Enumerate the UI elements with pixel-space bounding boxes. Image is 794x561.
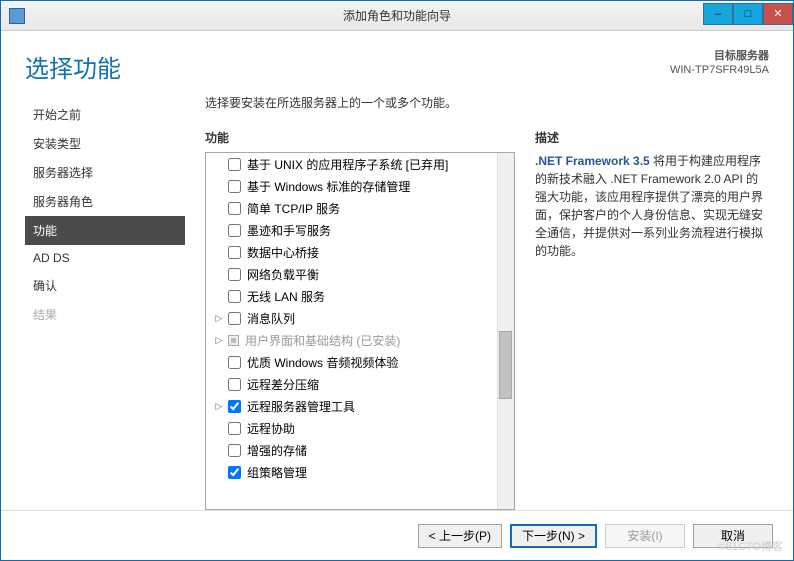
feature-checkbox[interactable]: [228, 202, 241, 215]
feature-label: 简单 TCP/IP 服务: [247, 200, 340, 217]
feature-row[interactable]: 无线 LAN 服务: [206, 285, 514, 307]
feature-label: 墨迹和手写服务: [247, 222, 331, 239]
feature-row[interactable]: 墨迹和手写服务: [206, 219, 514, 241]
feature-checkbox[interactable]: [228, 268, 241, 281]
instruction-text: 选择要安装在所选服务器上的一个或多个功能。: [205, 94, 769, 111]
feature-label: 数据中心桥接: [247, 244, 319, 261]
features-column: 功能 基于 UNIX 的应用程序子系统 [已弃用] 基于 Windows 标准的存…: [205, 129, 515, 510]
feature-row[interactable]: 网络负载平衡: [206, 263, 514, 285]
description-bold: .NET Framework 3.5: [535, 154, 650, 168]
feature-row[interactable]: 数据中心桥接: [206, 241, 514, 263]
features-listbox[interactable]: 基于 UNIX 的应用程序子系统 [已弃用] 基于 Windows 标准的存储管理…: [205, 152, 515, 510]
feature-row[interactable]: 增强的存储: [206, 439, 514, 461]
previous-button[interactable]: < 上一步(P): [418, 524, 502, 548]
feature-label: 基于 Windows 标准的存储管理: [247, 178, 410, 195]
feature-checkbox[interactable]: [228, 290, 241, 303]
feature-label: 远程差分压缩: [247, 376, 319, 393]
feature-checkbox[interactable]: [228, 312, 241, 325]
description-header: 描述: [535, 129, 769, 146]
feature-label: 远程协助: [247, 420, 295, 437]
feature-row[interactable]: 组策略管理: [206, 461, 514, 483]
expand-icon[interactable]: ▷: [214, 313, 224, 324]
page-title: 选择功能: [25, 49, 670, 84]
window-controls: – □ ✕: [703, 7, 793, 25]
scrollbar-track[interactable]: [497, 153, 514, 509]
feature-row[interactable]: ▷ 消息队列: [206, 307, 514, 329]
content-area: 选择要安装在所选服务器上的一个或多个功能。 功能 基于 UNIX 的应用程序子系…: [185, 94, 769, 510]
body-row: 开始之前安装类型服务器选择服务器角色功能AD DS确认结果 选择要安装在所选服务…: [1, 94, 793, 510]
feature-checkbox[interactable]: [228, 224, 241, 237]
feature-label: 消息队列: [247, 310, 295, 327]
feature-row[interactable]: 基于 Windows 标准的存储管理: [206, 175, 514, 197]
feature-label: 远程服务器管理工具: [247, 398, 355, 415]
feature-row[interactable]: 远程差分压缩: [206, 373, 514, 395]
feature-label: 网络负载平衡: [247, 266, 319, 283]
feature-row[interactable]: ▷ 远程服务器管理工具: [206, 395, 514, 417]
features-header: 功能: [205, 129, 515, 146]
wizard-sidebar: 开始之前安装类型服务器选择服务器角色功能AD DS确认结果: [25, 94, 185, 510]
maximize-button[interactable]: □: [733, 3, 763, 25]
feature-label: 组策略管理: [247, 464, 307, 481]
feature-checkbox[interactable]: [228, 400, 241, 413]
feature-checkbox[interactable]: [228, 356, 241, 369]
wizard-step-0[interactable]: 开始之前: [25, 100, 185, 129]
feature-row[interactable]: ▷ 用户界面和基础结构 (已安装): [206, 329, 514, 351]
scrollbar-thumb[interactable]: [499, 331, 512, 399]
target-server-label: 目标服务器: [670, 49, 769, 63]
feature-row[interactable]: 简单 TCP/IP 服务: [206, 197, 514, 219]
app-icon: [9, 8, 25, 24]
wizard-step-5[interactable]: AD DS: [25, 245, 185, 271]
description-body: 将用于构建应用程序的新技术融入 .NET Framework 2.0 API 的…: [535, 154, 763, 258]
install-button[interactable]: 安装(I): [605, 524, 685, 548]
wizard-step-4[interactable]: 功能: [25, 216, 185, 245]
feature-label: 无线 LAN 服务: [247, 288, 325, 305]
feature-label: 用户界面和基础结构 (已安装): [245, 332, 400, 349]
close-button[interactable]: ✕: [763, 3, 793, 25]
feature-label: 优质 Windows 音频视频体验: [247, 354, 398, 371]
wizard-step-1[interactable]: 安装类型: [25, 129, 185, 158]
watermark: ©51CTO博客: [718, 538, 783, 554]
titlebar: 添加角色和功能向导 – □ ✕: [1, 1, 793, 31]
header-row: 选择功能 目标服务器 WIN-TP7SFR49L5A: [1, 31, 793, 94]
expand-icon[interactable]: ▷: [214, 335, 224, 346]
wizard-step-3[interactable]: 服务器角色: [25, 187, 185, 216]
server-name: WIN-TP7SFR49L5A: [670, 63, 769, 77]
feature-checkbox[interactable]: [228, 378, 241, 391]
feature-row[interactable]: 远程协助: [206, 417, 514, 439]
feature-row[interactable]: 基于 UNIX 的应用程序子系统 [已弃用]: [206, 153, 514, 175]
feature-checkbox[interactable]: [228, 444, 241, 457]
buttons-row: < 上一步(P) 下一步(N) > 安装(I) 取消: [1, 510, 793, 560]
feature-label: 基于 UNIX 的应用程序子系统 [已弃用]: [247, 156, 448, 173]
feature-checkbox[interactable]: [228, 466, 241, 479]
feature-checkbox[interactable]: [228, 422, 241, 435]
feature-row[interactable]: 优质 Windows 音频视频体验: [206, 351, 514, 373]
feature-checkbox[interactable]: [228, 246, 241, 259]
description-column: 描述 .NET Framework 3.5 将用于构建应用程序的新技术融入 .N…: [535, 129, 769, 510]
description-text: .NET Framework 3.5 将用于构建应用程序的新技术融入 .NET …: [535, 152, 769, 260]
minimize-button[interactable]: –: [703, 3, 733, 25]
feature-checkbox[interactable]: [228, 158, 241, 171]
window-title: 添加角色和功能向导: [343, 7, 451, 24]
next-button[interactable]: 下一步(N) >: [510, 524, 597, 548]
checkbox-installed-icon: [228, 335, 239, 346]
wizard-step-6[interactable]: 确认: [25, 271, 185, 300]
feature-label: 增强的存储: [247, 442, 307, 459]
server-info: 目标服务器 WIN-TP7SFR49L5A: [670, 49, 769, 78]
wizard-step-2[interactable]: 服务器选择: [25, 158, 185, 187]
content-panels: 功能 基于 UNIX 的应用程序子系统 [已弃用] 基于 Windows 标准的存…: [205, 129, 769, 510]
feature-checkbox[interactable]: [228, 180, 241, 193]
wizard-step-7: 结果: [25, 300, 185, 329]
main-area: 选择功能 目标服务器 WIN-TP7SFR49L5A 开始之前安装类型服务器选择…: [1, 31, 793, 560]
expand-icon[interactable]: ▷: [214, 401, 224, 412]
